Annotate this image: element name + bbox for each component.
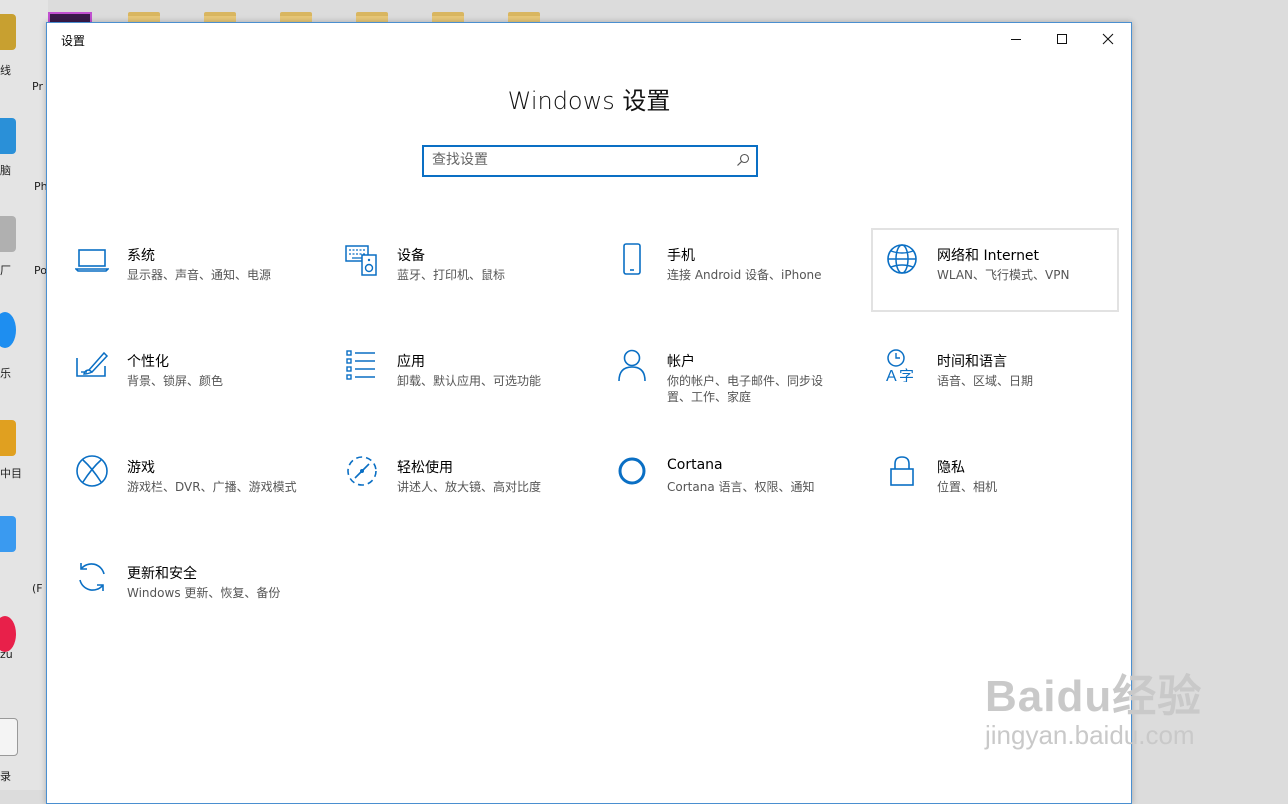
tile-title: Cortana xyxy=(667,457,723,473)
tile-title: 个性化 xyxy=(127,354,169,370)
title-bar[interactable]: 设置 xyxy=(47,23,1131,55)
desktop-icon-label: 厂 xyxy=(0,264,11,277)
person-icon xyxy=(618,349,646,382)
desktop-icon-label: (F xyxy=(32,582,43,595)
tile-cortana[interactable]: Cortana Cortana 语言、权限、通知 xyxy=(601,440,849,524)
close-button[interactable] xyxy=(1085,23,1131,55)
phone-icon xyxy=(623,243,641,275)
tile-title: 更新和安全 xyxy=(127,566,197,582)
close-icon xyxy=(1102,33,1114,45)
tile-description: 显示器、声音、通知、电源 xyxy=(127,268,272,282)
cortana-ring-icon xyxy=(618,457,646,485)
app-list-icon xyxy=(346,350,375,380)
svg-text:A: A xyxy=(886,368,897,382)
tile-description: 蓝牙、打印机、鼠标 xyxy=(397,268,506,282)
tile-title: 隐私 xyxy=(937,460,965,476)
watermark-url: jingyan.baidu.com xyxy=(985,720,1195,750)
maximize-button[interactable] xyxy=(1039,23,1085,55)
desktop-app-icon[interactable] xyxy=(0,616,16,652)
tile-description: 位置、相机 xyxy=(937,480,998,494)
tile-description: Cortana 语言、权限、通知 xyxy=(667,480,815,494)
tile-description: 讲述人、放大镜、高对比度 xyxy=(397,480,542,494)
refresh-icon xyxy=(79,563,105,591)
desktop-app-icon[interactable] xyxy=(0,420,16,456)
desktop-icon-label: 乐 xyxy=(0,367,11,380)
tile-description: 语音、区域、日期 xyxy=(937,374,1034,388)
desktop-icon-label: 脑 xyxy=(0,164,11,177)
tile-description: 游戏栏、DVR、广播、游戏模式 xyxy=(127,480,297,494)
tile-update-security[interactable]: 更新和安全 Windows 更新、恢复、备份 xyxy=(61,546,309,630)
tile-apps[interactable]: 应用 卸载、默认应用、可选功能 xyxy=(331,334,579,418)
desktop-icon-label: 中目 xyxy=(0,467,22,480)
minimize-button[interactable] xyxy=(993,23,1039,55)
tile-title: 时间和语言 xyxy=(937,354,1007,370)
tile-accounts[interactable]: 帐户 你的帐户、电子邮件、同步设置、工作、家庭 xyxy=(601,334,849,418)
globe-icon xyxy=(887,244,917,274)
desktop-pc-icon[interactable] xyxy=(0,118,16,154)
watermark-brand: Baidu经验 xyxy=(985,672,1203,721)
tile-privacy[interactable]: 隐私 位置、相机 xyxy=(871,440,1119,524)
desktop-icon-label: zu xyxy=(0,648,13,661)
desktop-app-icon[interactable] xyxy=(0,516,16,552)
tile-gaming[interactable]: 游戏 游戏栏、DVR、广播、游戏模式 xyxy=(61,440,309,524)
minimize-icon xyxy=(1011,39,1021,40)
desktop-icon-label: 录 xyxy=(0,770,11,783)
tile-devices[interactable]: 设备 蓝牙、打印机、鼠标 xyxy=(331,228,579,312)
page-title: Windows 设置 xyxy=(507,87,671,115)
tile-description: 你的帐户、电子邮件、同步设置、工作、家庭 xyxy=(667,374,824,404)
lock-icon xyxy=(890,456,914,486)
tile-description: Windows 更新、恢复、备份 xyxy=(127,586,281,600)
tile-title: 应用 xyxy=(397,354,425,370)
tile-description: 连接 Android 设备、iPhone xyxy=(667,268,822,282)
tile-title: 设备 xyxy=(397,248,425,264)
tile-title: 手机 xyxy=(667,248,695,264)
desktop-icon-label: Pr xyxy=(32,80,43,93)
maximize-icon xyxy=(1057,34,1067,44)
tile-time-language[interactable]: A 字 时间和语言 语音、区域、日期 xyxy=(871,334,1119,418)
tile-ease-of-access[interactable]: 轻松使用 讲述人、放大镜、高对比度 xyxy=(331,440,579,524)
xbox-icon xyxy=(76,455,108,487)
tile-phone[interactable]: 手机 连接 Android 设备、iPhone xyxy=(601,228,849,312)
tile-title: 游戏 xyxy=(127,460,155,476)
desktop-music-icon[interactable] xyxy=(0,312,16,348)
tile-description: 卸载、默认应用、可选功能 xyxy=(397,374,542,388)
search-box[interactable] xyxy=(422,145,758,177)
laptop-icon xyxy=(75,249,109,272)
time-language-icon: A 字 xyxy=(886,349,914,382)
ease-of-access-icon xyxy=(347,456,377,486)
svg-text:字: 字 xyxy=(899,367,914,382)
settings-window: 设置 Windows 设置 系统 显示器、声音、通知、电源 xyxy=(46,22,1132,804)
tile-title: 轻松使用 xyxy=(397,460,453,476)
desktop-app-icon[interactable] xyxy=(0,14,16,50)
watermark: Baidu经验 jingyan.baidu.com xyxy=(985,660,1202,751)
tile-description: WLAN、飞行模式、VPN xyxy=(937,268,1070,282)
tile-personalization[interactable]: 个性化 背景、锁屏、颜色 xyxy=(61,334,309,418)
tile-title: 帐户 xyxy=(667,354,695,370)
desktop-background: 线 Pr 脑 Ph 厂 Po 乐 中目 (F zu 录 xyxy=(0,0,48,790)
desktop-app-icon[interactable] xyxy=(0,216,16,252)
desktop-icon-label: 线 xyxy=(0,64,11,77)
tile-network-internet[interactable]: 网络和 Internet WLAN、飞行模式、VPN xyxy=(871,228,1119,312)
window-title: 设置 xyxy=(61,34,86,48)
search-icon[interactable] xyxy=(736,153,750,167)
tile-system[interactable]: 系统 显示器、声音、通知、电源 xyxy=(61,228,309,312)
tile-title: 网络和 Internet xyxy=(937,248,1040,264)
paint-brush-icon xyxy=(76,351,109,377)
search-input[interactable] xyxy=(424,147,722,173)
keyboard-speaker-icon xyxy=(345,245,377,276)
tile-description: 背景、锁屏、颜色 xyxy=(127,374,224,388)
tile-title: 系统 xyxy=(127,248,155,264)
desktop-file-icon[interactable] xyxy=(0,718,18,756)
